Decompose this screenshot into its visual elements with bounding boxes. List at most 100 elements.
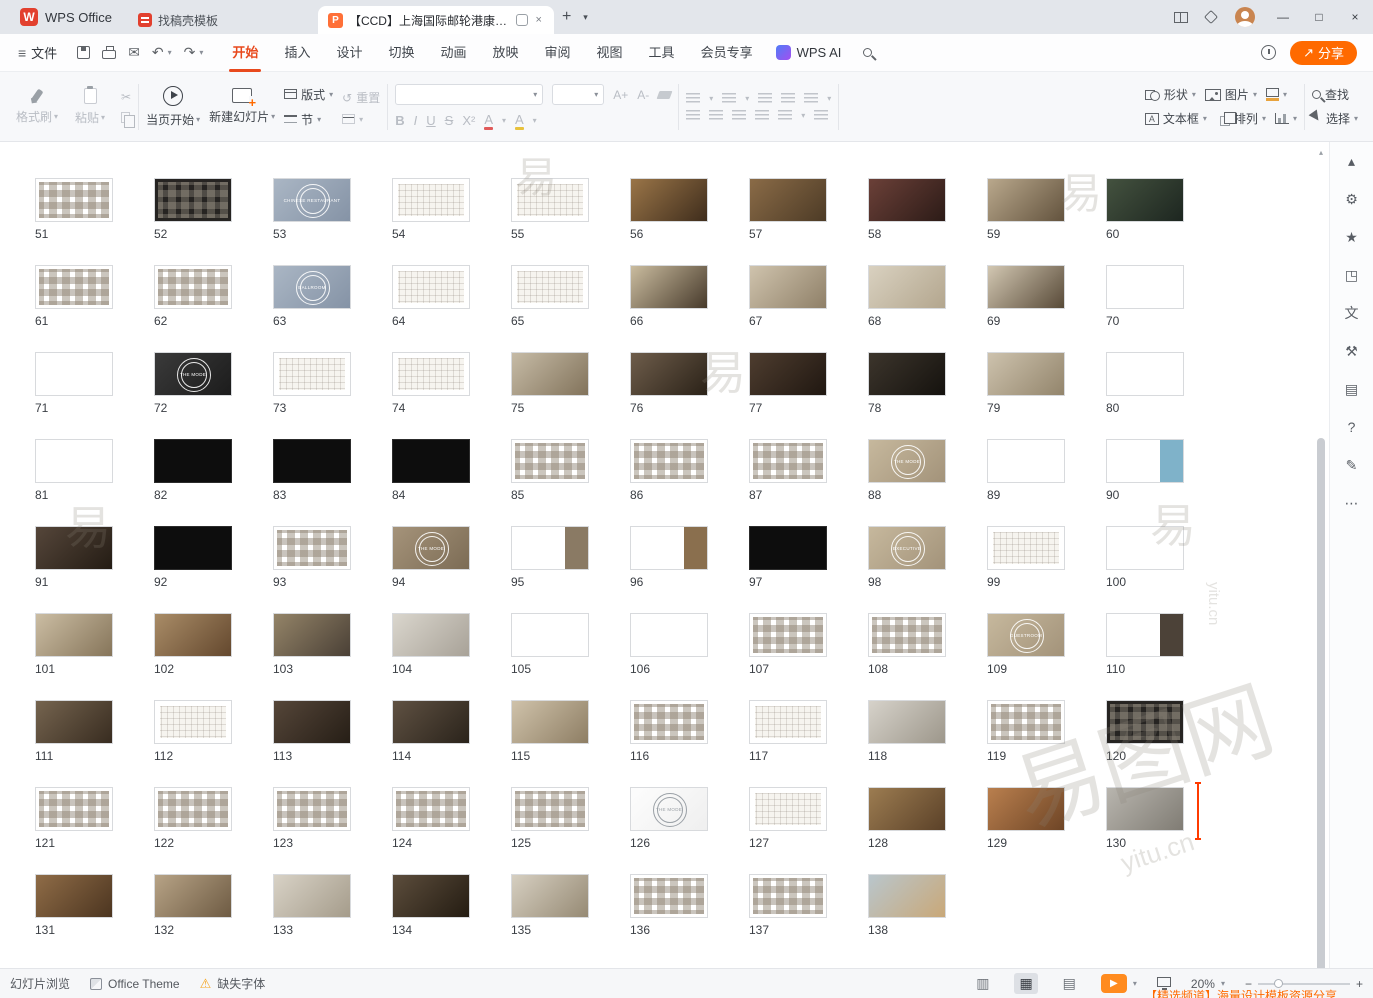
- slide-thumbnail[interactable]: 120: [1106, 700, 1184, 762]
- doc-tab-active[interactable]: P 【CCD】上海国际邮轮港康得... ×: [318, 6, 554, 34]
- slide-thumbnail[interactable]: 134: [392, 874, 470, 936]
- layout-panel-icon[interactable]: ◳: [1339, 264, 1365, 286]
- slide-thumbnail[interactable]: 91: [35, 526, 113, 588]
- select-button[interactable]: 选择▾: [1312, 110, 1358, 127]
- ribbon-tab[interactable]: 动画: [427, 34, 479, 72]
- slide-thumbnail[interactable]: 69: [987, 265, 1065, 327]
- export-icon[interactable]: ✉: [128, 44, 140, 61]
- slideshow-caret-icon[interactable]: ▾: [1133, 979, 1137, 988]
- slide-thumbnail[interactable]: 55: [511, 178, 589, 240]
- bullet-list-icon[interactable]: [686, 93, 700, 103]
- slide-thumbnail[interactable]: 61: [35, 265, 113, 327]
- slide-thumbnail[interactable]: 78: [868, 352, 946, 414]
- slide-thumbnail[interactable]: 76: [630, 352, 708, 414]
- slide-thumbnail[interactable]: THE MODE 94: [392, 526, 470, 588]
- underline-button[interactable]: U: [426, 113, 435, 128]
- slide-thumbnail[interactable]: 104: [392, 613, 470, 675]
- slide-thumbnail[interactable]: 124: [392, 787, 470, 849]
- slide-thumbnail[interactable]: 52: [154, 178, 232, 240]
- shapes-button[interactable]: 形状▾: [1145, 86, 1196, 103]
- ribbon-tab[interactable]: 放映: [480, 34, 532, 72]
- font-size-select[interactable]: ▾: [552, 84, 604, 105]
- find-button[interactable]: 查找: [1312, 86, 1349, 103]
- chart-button[interactable]: ▾: [1275, 113, 1297, 124]
- slide-thumbnail[interactable]: 54: [392, 178, 470, 240]
- normal-view-button[interactable]: ▥: [971, 973, 994, 994]
- fit-screen-icon[interactable]: [1157, 977, 1171, 987]
- slide-thumbnail[interactable]: 59: [987, 178, 1065, 240]
- fill-color-button[interactable]: ▾: [1266, 88, 1287, 101]
- textbox-button[interactable]: A文本框▾: [1145, 110, 1207, 127]
- font-family-select[interactable]: ▾: [395, 84, 543, 105]
- slide-thumbnail[interactable]: 74: [392, 352, 470, 414]
- slide-sorter-view-button[interactable]: ▦: [1014, 973, 1037, 994]
- align-center-icon[interactable]: [709, 110, 723, 120]
- ribbon-tab[interactable]: 插入: [271, 34, 323, 72]
- ribbon-tab[interactable]: 设计: [323, 34, 375, 72]
- split-view-icon[interactable]: [1174, 12, 1188, 23]
- slide-thumbnail[interactable]: 87: [749, 439, 827, 501]
- slide-thumbnail[interactable]: 66: [630, 265, 708, 327]
- slide-thumbnail[interactable]: 118: [868, 700, 946, 762]
- slide-thumbnail[interactable]: 60: [1106, 178, 1184, 240]
- wps-ai-button[interactable]: WPS AI: [766, 45, 852, 60]
- vertical-scrollbar[interactable]: ▴ ▾: [1315, 148, 1327, 962]
- slide-thumbnail[interactable]: 116: [630, 700, 708, 762]
- reading-view-button[interactable]: ▤: [1058, 973, 1081, 994]
- slide-thumbnail[interactable]: 81: [35, 439, 113, 501]
- slide-thumbnail[interactable]: 114: [392, 700, 470, 762]
- section-button[interactable]: 节▾: [284, 111, 333, 128]
- format-painter-button[interactable]: 格式刷▾: [15, 89, 59, 125]
- slide-thumbnail[interactable]: 68: [868, 265, 946, 327]
- undo-caret-icon[interactable]: ▾: [168, 48, 172, 57]
- slide-thumbnail[interactable]: 129: [987, 787, 1065, 849]
- justify-icon[interactable]: [755, 110, 769, 120]
- ribbon-tab[interactable]: 切换: [375, 34, 427, 72]
- slide-thumbnail[interactable]: 65: [511, 265, 589, 327]
- slide-thumbnail[interactable]: 71: [35, 352, 113, 414]
- slide-thumbnail[interactable]: 89: [987, 439, 1065, 501]
- slide-thumbnail[interactable]: 122: [154, 787, 232, 849]
- copy-button[interactable]: [121, 112, 131, 123]
- grow-font-button[interactable]: A+: [613, 88, 628, 102]
- slide-tools-button[interactable]: ▾: [342, 114, 380, 124]
- slide-thumbnail[interactable]: 102: [154, 613, 232, 675]
- cut-button[interactable]: ✂: [121, 90, 131, 104]
- redo-icon[interactable]: ↷: [184, 44, 196, 61]
- slide-thumbnail[interactable]: 112: [154, 700, 232, 762]
- slide-thumbnail[interactable]: 73: [273, 352, 351, 414]
- decrease-indent-icon[interactable]: [758, 93, 772, 103]
- properties-icon[interactable]: ⚙: [1339, 188, 1365, 210]
- italic-button[interactable]: I: [414, 113, 418, 128]
- ribbon-tab[interactable]: 审阅: [532, 34, 584, 72]
- workspace-icon[interactable]: [1204, 10, 1218, 24]
- slide-thumbnail[interactable]: 64: [392, 265, 470, 327]
- font-color-button[interactable]: A: [484, 112, 493, 129]
- paste-button[interactable]: 粘贴▾: [68, 88, 112, 126]
- slide-thumbnail[interactable]: 131: [35, 874, 113, 936]
- slide-thumbnail[interactable]: 70: [1106, 265, 1184, 327]
- paragraph-settings-icon[interactable]: [814, 110, 828, 120]
- slide-thumbnail[interactable]: 106: [630, 613, 708, 675]
- slide-thumbnail[interactable]: 138: [868, 874, 946, 936]
- tab-close-icon[interactable]: ×: [534, 14, 544, 26]
- increase-indent-icon[interactable]: [781, 93, 795, 103]
- slide-thumbnail[interactable]: 58: [868, 178, 946, 240]
- clear-format-button[interactable]: [658, 91, 671, 99]
- more-icon[interactable]: ⋯: [1339, 492, 1365, 514]
- slide-thumbnail[interactable]: 117: [749, 700, 827, 762]
- bold-button[interactable]: B: [395, 113, 404, 128]
- slide-thumbnail[interactable]: 108: [868, 613, 946, 675]
- ribbon-tab[interactable]: 会员专享: [688, 34, 766, 72]
- slide-thumbnail[interactable]: 107: [749, 613, 827, 675]
- highlight-color-button[interactable]: A: [515, 112, 524, 129]
- strikethrough-button[interactable]: S: [445, 113, 454, 128]
- slide-thumbnail[interactable]: 84: [392, 439, 470, 501]
- ribbon-tab[interactable]: 开始: [219, 34, 271, 72]
- slide-thumbnail[interactable]: 85: [511, 439, 589, 501]
- ribbon-tab[interactable]: 工具: [636, 34, 688, 72]
- slide-thumbnail[interactable]: 77: [749, 352, 827, 414]
- zoom-in-button[interactable]: +: [1356, 977, 1363, 991]
- arrange-button[interactable]: 排列▾: [1216, 110, 1266, 127]
- favorites-icon[interactable]: ★: [1339, 226, 1365, 248]
